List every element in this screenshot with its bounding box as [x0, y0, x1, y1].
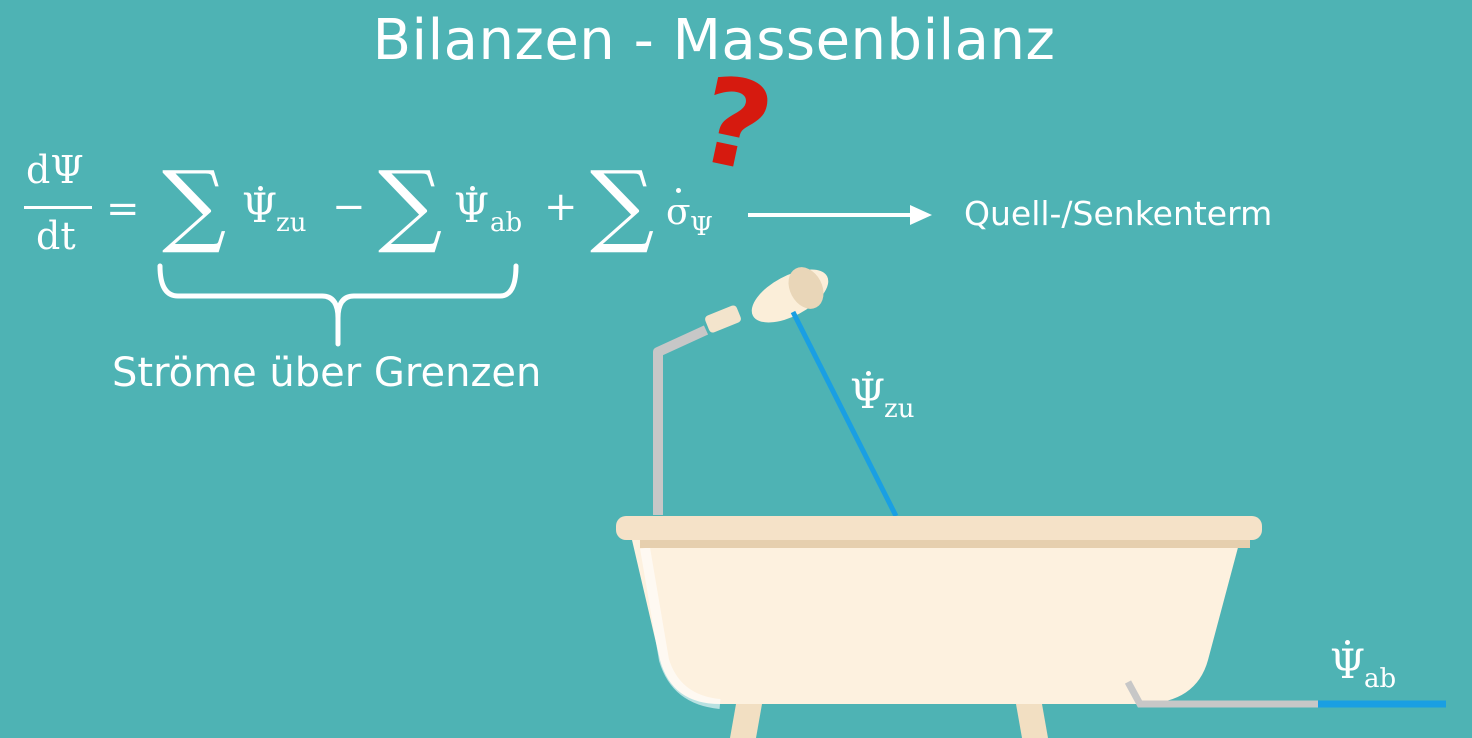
arrow-right-icon [748, 205, 932, 225]
shower-head-icon [705, 267, 829, 333]
outflow-subscript: ab [1364, 664, 1397, 694]
outflow-symbol: Ψ [1330, 642, 1366, 688]
illustration-layer [157, 205, 1446, 738]
shower-pipe [653, 325, 709, 515]
inflow-symbol: Ψ [850, 372, 886, 418]
inflow-subscript: zu [884, 394, 915, 424]
under-brace [157, 263, 519, 347]
